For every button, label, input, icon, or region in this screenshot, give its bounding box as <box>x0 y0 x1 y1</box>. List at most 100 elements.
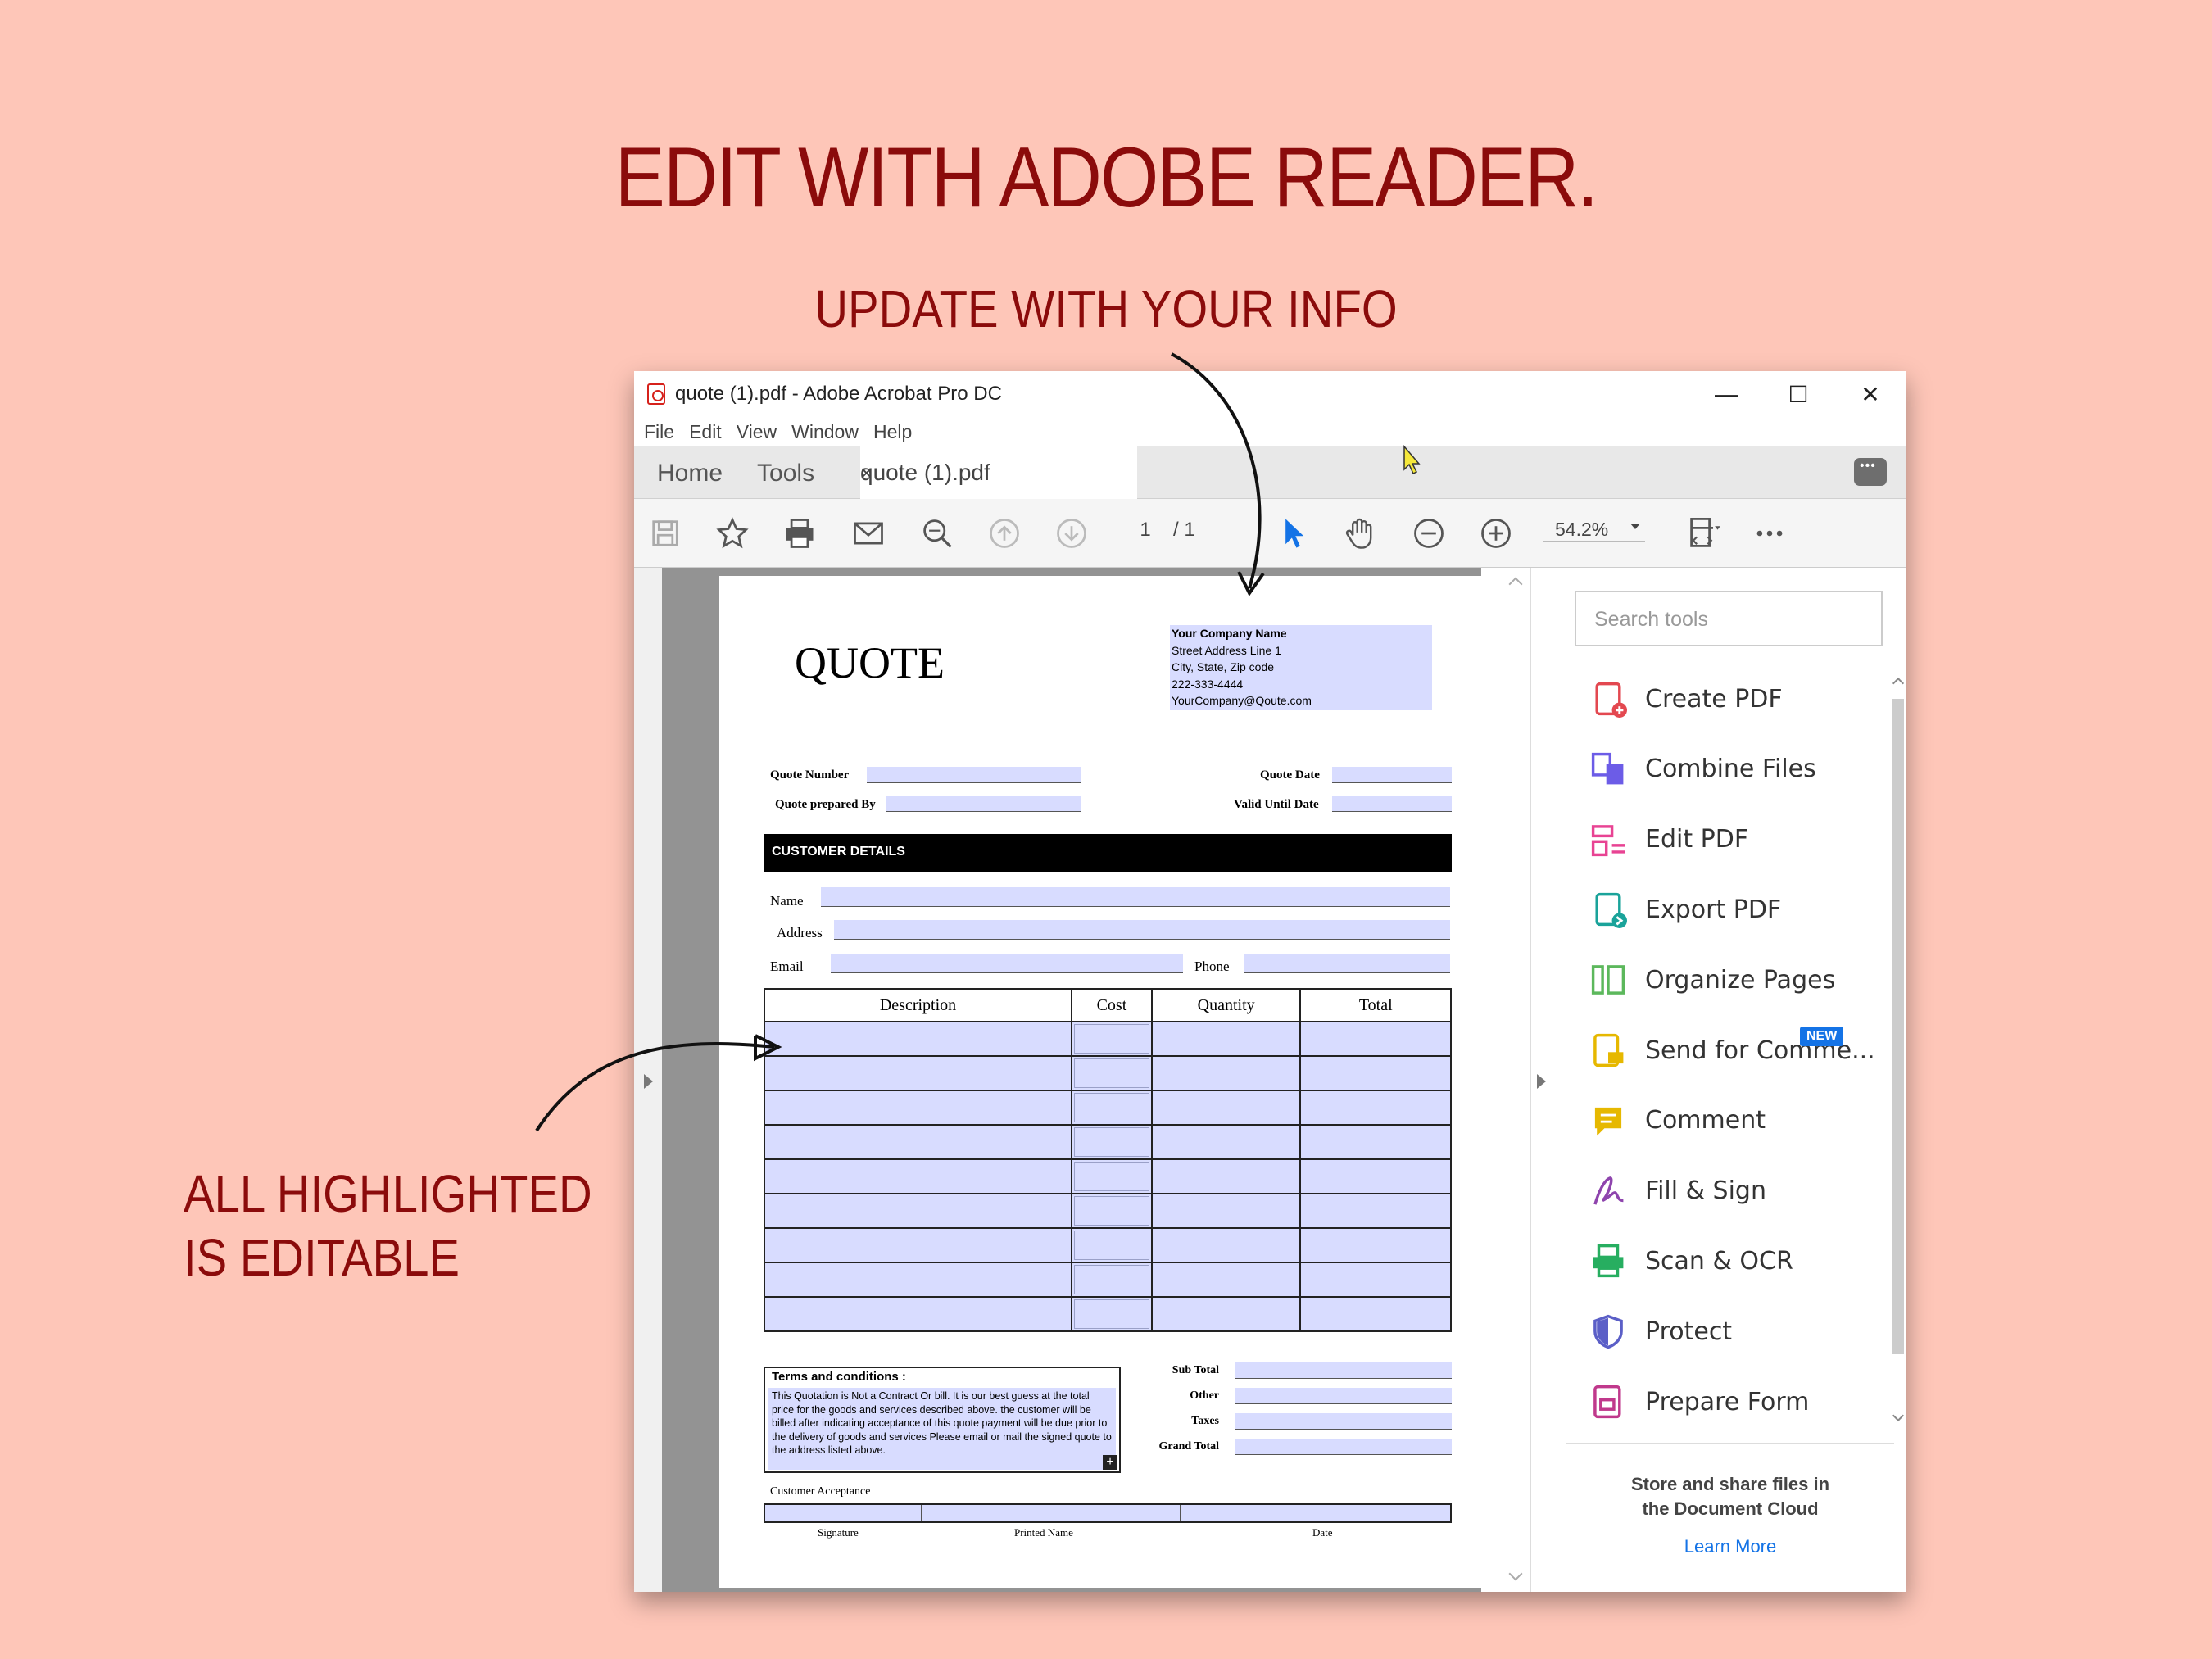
description-field[interactable] <box>767 1196 1070 1226</box>
quantity-field[interactable] <box>1154 1058 1299 1088</box>
star-icon[interactable] <box>713 514 752 553</box>
description-field[interactable] <box>767 1162 1070 1191</box>
page-down-icon[interactable] <box>1052 514 1091 553</box>
description-field[interactable] <box>767 1265 1070 1294</box>
total-field[interactable] <box>1303 1127 1448 1157</box>
tool-fill-sign[interactable]: Fill & Sign <box>1589 1165 1766 1217</box>
more-icon[interactable] <box>1750 514 1789 553</box>
cost-field[interactable] <box>1074 1231 1149 1260</box>
tool-export-pdf[interactable]: Export PDF <box>1589 883 1781 936</box>
expand-left-pane-icon[interactable] <box>644 1074 653 1089</box>
fit-page-icon[interactable] <box>1684 514 1724 553</box>
taxes-field[interactable] <box>1235 1413 1452 1430</box>
menu-file[interactable]: File <box>644 421 674 443</box>
tool-combine-files[interactable]: Combine Files <box>1589 743 1816 796</box>
zoom-select[interactable]: 54.2% <box>1543 519 1645 542</box>
tool-scan-ocr[interactable]: Scan & OCR <box>1589 1235 1793 1287</box>
collapse-tools-pane-icon[interactable] <box>1537 1074 1546 1089</box>
tools-scroll-up-icon[interactable] <box>1892 677 1905 690</box>
customer-address-field[interactable] <box>834 920 1450 940</box>
tools-scrollbar[interactable] <box>1889 674 1906 1428</box>
quantity-field[interactable] <box>1154 1127 1299 1157</box>
menu-view[interactable]: View <box>737 421 777 443</box>
description-field[interactable] <box>767 1058 1070 1088</box>
mail-icon[interactable] <box>849 514 888 553</box>
tool-protect[interactable]: Protect <box>1589 1305 1732 1358</box>
cost-field[interactable] <box>1074 1127 1149 1157</box>
valid-until-field[interactable] <box>1332 796 1452 812</box>
quantity-field[interactable] <box>1154 1231 1299 1260</box>
print-icon[interactable] <box>780 514 819 553</box>
description-field[interactable] <box>767 1093 1070 1122</box>
search-icon[interactable] <box>918 514 957 553</box>
cost-field[interactable] <box>1074 1058 1149 1088</box>
total-field[interactable] <box>1303 1196 1448 1226</box>
pointer-icon[interactable] <box>1273 514 1312 553</box>
cost-field[interactable] <box>1074 1265 1149 1294</box>
description-field[interactable] <box>767 1024 1070 1054</box>
customer-email-field[interactable] <box>831 954 1183 973</box>
tool-create-pdf[interactable]: Create PDF <box>1589 673 1783 725</box>
quantity-field[interactable] <box>1154 1265 1299 1294</box>
search-tools-input[interactable]: Search tools <box>1575 591 1883 646</box>
scroll-down-icon[interactable] <box>1508 1566 1523 1581</box>
tool-prepare-form[interactable]: Prepare Form <box>1589 1376 1809 1428</box>
cost-field[interactable] <box>1074 1024 1149 1054</box>
total-field[interactable] <box>1303 1231 1448 1260</box>
customer-name-field[interactable] <box>821 887 1450 907</box>
menu-edit[interactable]: Edit <box>689 421 722 443</box>
terms-field[interactable]: This Quotation is Not a Contract Or bill… <box>768 1388 1116 1470</box>
cost-field[interactable] <box>1074 1162 1149 1191</box>
quote-prepared-field[interactable] <box>886 796 1081 812</box>
learn-more-link[interactable]: Learn More <box>1566 1536 1894 1557</box>
zoom-out-icon[interactable] <box>1409 514 1448 553</box>
hand-icon[interactable] <box>1340 514 1380 553</box>
company-info-field[interactable]: Your Company Name Street Address Line 1 … <box>1170 625 1432 710</box>
expand-plus-icon[interactable]: + <box>1103 1455 1117 1470</box>
customer-phone-field[interactable] <box>1244 954 1450 973</box>
tool-edit-pdf[interactable]: Edit PDF <box>1589 814 1748 866</box>
document-scrollbar[interactable] <box>1503 568 1530 1592</box>
total-field[interactable] <box>1303 1265 1448 1294</box>
quote-number-field[interactable] <box>867 767 1081 783</box>
cost-field[interactable] <box>1074 1196 1149 1226</box>
save-icon[interactable] <box>646 514 685 553</box>
other-field[interactable] <box>1235 1388 1452 1404</box>
scroll-up-icon[interactable] <box>1508 577 1523 592</box>
page-number-input[interactable]: 1 <box>1126 519 1165 542</box>
cost-field[interactable] <box>1074 1299 1149 1329</box>
menu-window[interactable]: Window <box>791 421 859 443</box>
total-field[interactable] <box>1303 1024 1448 1054</box>
total-field[interactable] <box>1303 1093 1448 1122</box>
total-field[interactable] <box>1303 1058 1448 1088</box>
grand-total-field[interactable] <box>1235 1439 1452 1455</box>
total-field[interactable] <box>1303 1162 1448 1191</box>
menu-help[interactable]: Help <box>873 421 912 443</box>
description-field[interactable] <box>767 1231 1070 1260</box>
tab-home[interactable]: Home <box>634 446 734 498</box>
total-field[interactable] <box>1303 1299 1448 1329</box>
description-field[interactable] <box>767 1127 1070 1157</box>
quantity-field[interactable] <box>1154 1162 1299 1191</box>
minimize-button[interactable]: — <box>1690 371 1762 417</box>
maximize-button[interactable]: ☐ <box>1762 371 1834 417</box>
quote-date-field[interactable] <box>1332 767 1452 783</box>
zoom-in-icon[interactable] <box>1476 514 1516 553</box>
cost-field[interactable] <box>1074 1093 1149 1122</box>
quantity-field[interactable] <box>1154 1196 1299 1226</box>
tools-scroll-thumb[interactable] <box>1892 699 1904 1354</box>
quantity-field-cell <box>1150 1124 1302 1160</box>
close-button[interactable]: ✕ <box>1834 371 1906 417</box>
chat-icon[interactable] <box>1854 458 1887 486</box>
tools-scroll-down-icon[interactable] <box>1892 1409 1905 1422</box>
tab-document[interactable]: quote (1).pdf × <box>860 446 1137 499</box>
subtotal-field[interactable] <box>1235 1362 1452 1379</box>
tool-organize-pages[interactable]: Organize Pages <box>1589 954 1835 1006</box>
quantity-field[interactable] <box>1154 1024 1299 1054</box>
description-field[interactable] <box>767 1299 1070 1329</box>
quantity-field[interactable] <box>1154 1093 1299 1122</box>
quantity-field[interactable] <box>1154 1299 1299 1329</box>
tool-comment[interactable]: Comment <box>1589 1095 1766 1147</box>
tab-tools[interactable]: Tools <box>734 446 826 498</box>
page-up-icon[interactable] <box>985 514 1024 553</box>
